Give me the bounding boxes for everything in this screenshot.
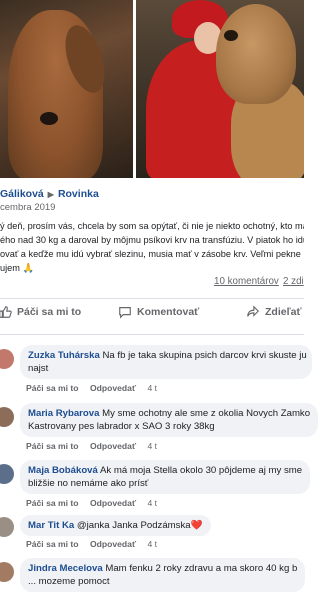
- post-header: Gáliková ▶ Rovinka cembra 2019: [0, 188, 304, 213]
- divider: [0, 298, 304, 299]
- comment-text-line: najst: [28, 363, 49, 374]
- comment-icon: [119, 307, 131, 319]
- avatar[interactable]: [0, 464, 14, 484]
- comment-text-line: My sme ochotny ale sme z okolia Novych Z…: [102, 408, 311, 419]
- like-button-label: Páči sa mi to: [17, 306, 82, 318]
- comment-reply-link[interactable]: Odpovedať: [90, 539, 136, 549]
- post-actions-bar: Páči sa mi to Komentovať Zdieľať: [0, 305, 304, 325]
- comment-author[interactable]: Zuzka Tuhárska: [28, 350, 100, 361]
- avatar[interactable]: [0, 517, 14, 537]
- avatar[interactable]: [0, 407, 14, 427]
- comment-meta: Páči sa mi to Odpovedať 4 t: [26, 498, 166, 508]
- post-photo-woman-with-dog[interactable]: [136, 0, 304, 178]
- comment-reply-link[interactable]: Odpovedať: [90, 498, 136, 508]
- comment-author[interactable]: Jindra Mecelova: [28, 563, 103, 574]
- avatar[interactable]: [0, 349, 14, 369]
- post-date[interactable]: cembra 2019: [0, 202, 304, 213]
- comment-reply-link[interactable]: Odpovedať: [90, 441, 136, 451]
- share-icon: [247, 305, 260, 317]
- divider: [0, 334, 304, 335]
- comment-meta: Páči sa mi to Odpovedať 4 t: [26, 539, 166, 549]
- post-photos: [0, 0, 304, 178]
- comment-bubble: Maria Rybarova My sme ochotny ale sme z …: [20, 403, 319, 437]
- comment-time[interactable]: 4 t: [147, 441, 157, 451]
- post-text-line: ého nad 30 kg a daroval by môjmu psíkovi…: [0, 235, 304, 245]
- comment-author[interactable]: Maja Bobáková: [28, 465, 98, 476]
- comment-time[interactable]: 4 t: [147, 383, 157, 393]
- triangle-right-icon: ▶: [47, 189, 54, 199]
- comment-text-line: ... mozeme pomoct: [28, 576, 110, 587]
- comment-bubble: Zuzka Tuhárska Na fb je taka skupina psi…: [20, 345, 312, 379]
- comment-text-line: bližšie no nemáme ako prísť: [28, 478, 149, 489]
- comment-text-line: Kastrovany pes labrador x SAO 3 roky 38k…: [28, 421, 215, 432]
- comment-meta: Páči sa mi to Odpovedať 4 t: [26, 383, 166, 393]
- share-button-label: Zdieľať: [265, 306, 302, 318]
- post-body: ý deň, prosím vás, chcela by som sa opýt…: [0, 219, 304, 275]
- comment-like-link[interactable]: Páči sa mi to: [26, 441, 79, 451]
- comment-bubble: Maja Bobáková Ak má moja Stella okolo 30…: [20, 460, 311, 494]
- comment-author[interactable]: Mar Tit Ka: [28, 520, 74, 531]
- comment-like-link[interactable]: Páči sa mi to: [26, 539, 79, 549]
- thumbs-up-icon: [0, 306, 12, 318]
- comments-count-link[interactable]: 10 komentárov: [214, 276, 279, 287]
- comment-button[interactable]: Komentovať: [118, 305, 199, 319]
- post-group[interactable]: Rovinka: [58, 188, 99, 200]
- post-photo-dog[interactable]: [0, 0, 133, 178]
- comment-time[interactable]: 4 t: [147, 498, 157, 508]
- comment-text-line: Mam fenku 2 roky zdravu a ma skoro 40 kg…: [105, 563, 298, 574]
- share-button[interactable]: Zdieľať: [246, 305, 302, 319]
- comment-like-link[interactable]: Páči sa mi to: [26, 498, 79, 508]
- comment-bubble: Mar Tit Ka @janka Janka Podzámska❤️: [20, 515, 211, 536]
- comment-reply-link[interactable]: Odpovedať: [90, 383, 136, 393]
- comment-text-line: Ak má moja Stella okolo 30 pôjdeme aj my…: [100, 465, 303, 476]
- comment-author[interactable]: Maria Rybarova: [28, 408, 99, 419]
- post-author[interactable]: Gáliková: [0, 188, 44, 200]
- comment-button-label: Komentovať: [137, 306, 200, 318]
- shares-count-link[interactable]: 2 zdi: [283, 276, 304, 287]
- dog2-nose: [224, 30, 238, 41]
- author-line: Gáliková ▶ Rovinka: [0, 188, 304, 200]
- post-text-line: ovať a keďže mu idú vybrať slezinu, musi…: [0, 249, 301, 259]
- comment-time[interactable]: 4 t: [147, 539, 157, 549]
- avatar[interactable]: [0, 562, 14, 582]
- comment-meta: Páči sa mi to Odpovedať 4 t: [26, 441, 166, 451]
- dog-nose: [40, 112, 58, 125]
- comment-bubble: Jindra Mecelova Mam fenku 2 roky zdravu …: [20, 558, 306, 592]
- post-text-line: ujem 🙏: [0, 263, 34, 273]
- post-text-line: ý deň, prosím vás, chcela by som sa opýt…: [0, 221, 304, 231]
- comment-like-link[interactable]: Páči sa mi to: [26, 383, 79, 393]
- like-button[interactable]: Páči sa mi to: [0, 305, 81, 319]
- comment-text-line: Na fb je taka skupina psich darcov krvi …: [102, 350, 307, 361]
- dog2-head: [216, 4, 296, 104]
- comment-text-line: @janka Janka Podzámska❤️: [76, 520, 203, 531]
